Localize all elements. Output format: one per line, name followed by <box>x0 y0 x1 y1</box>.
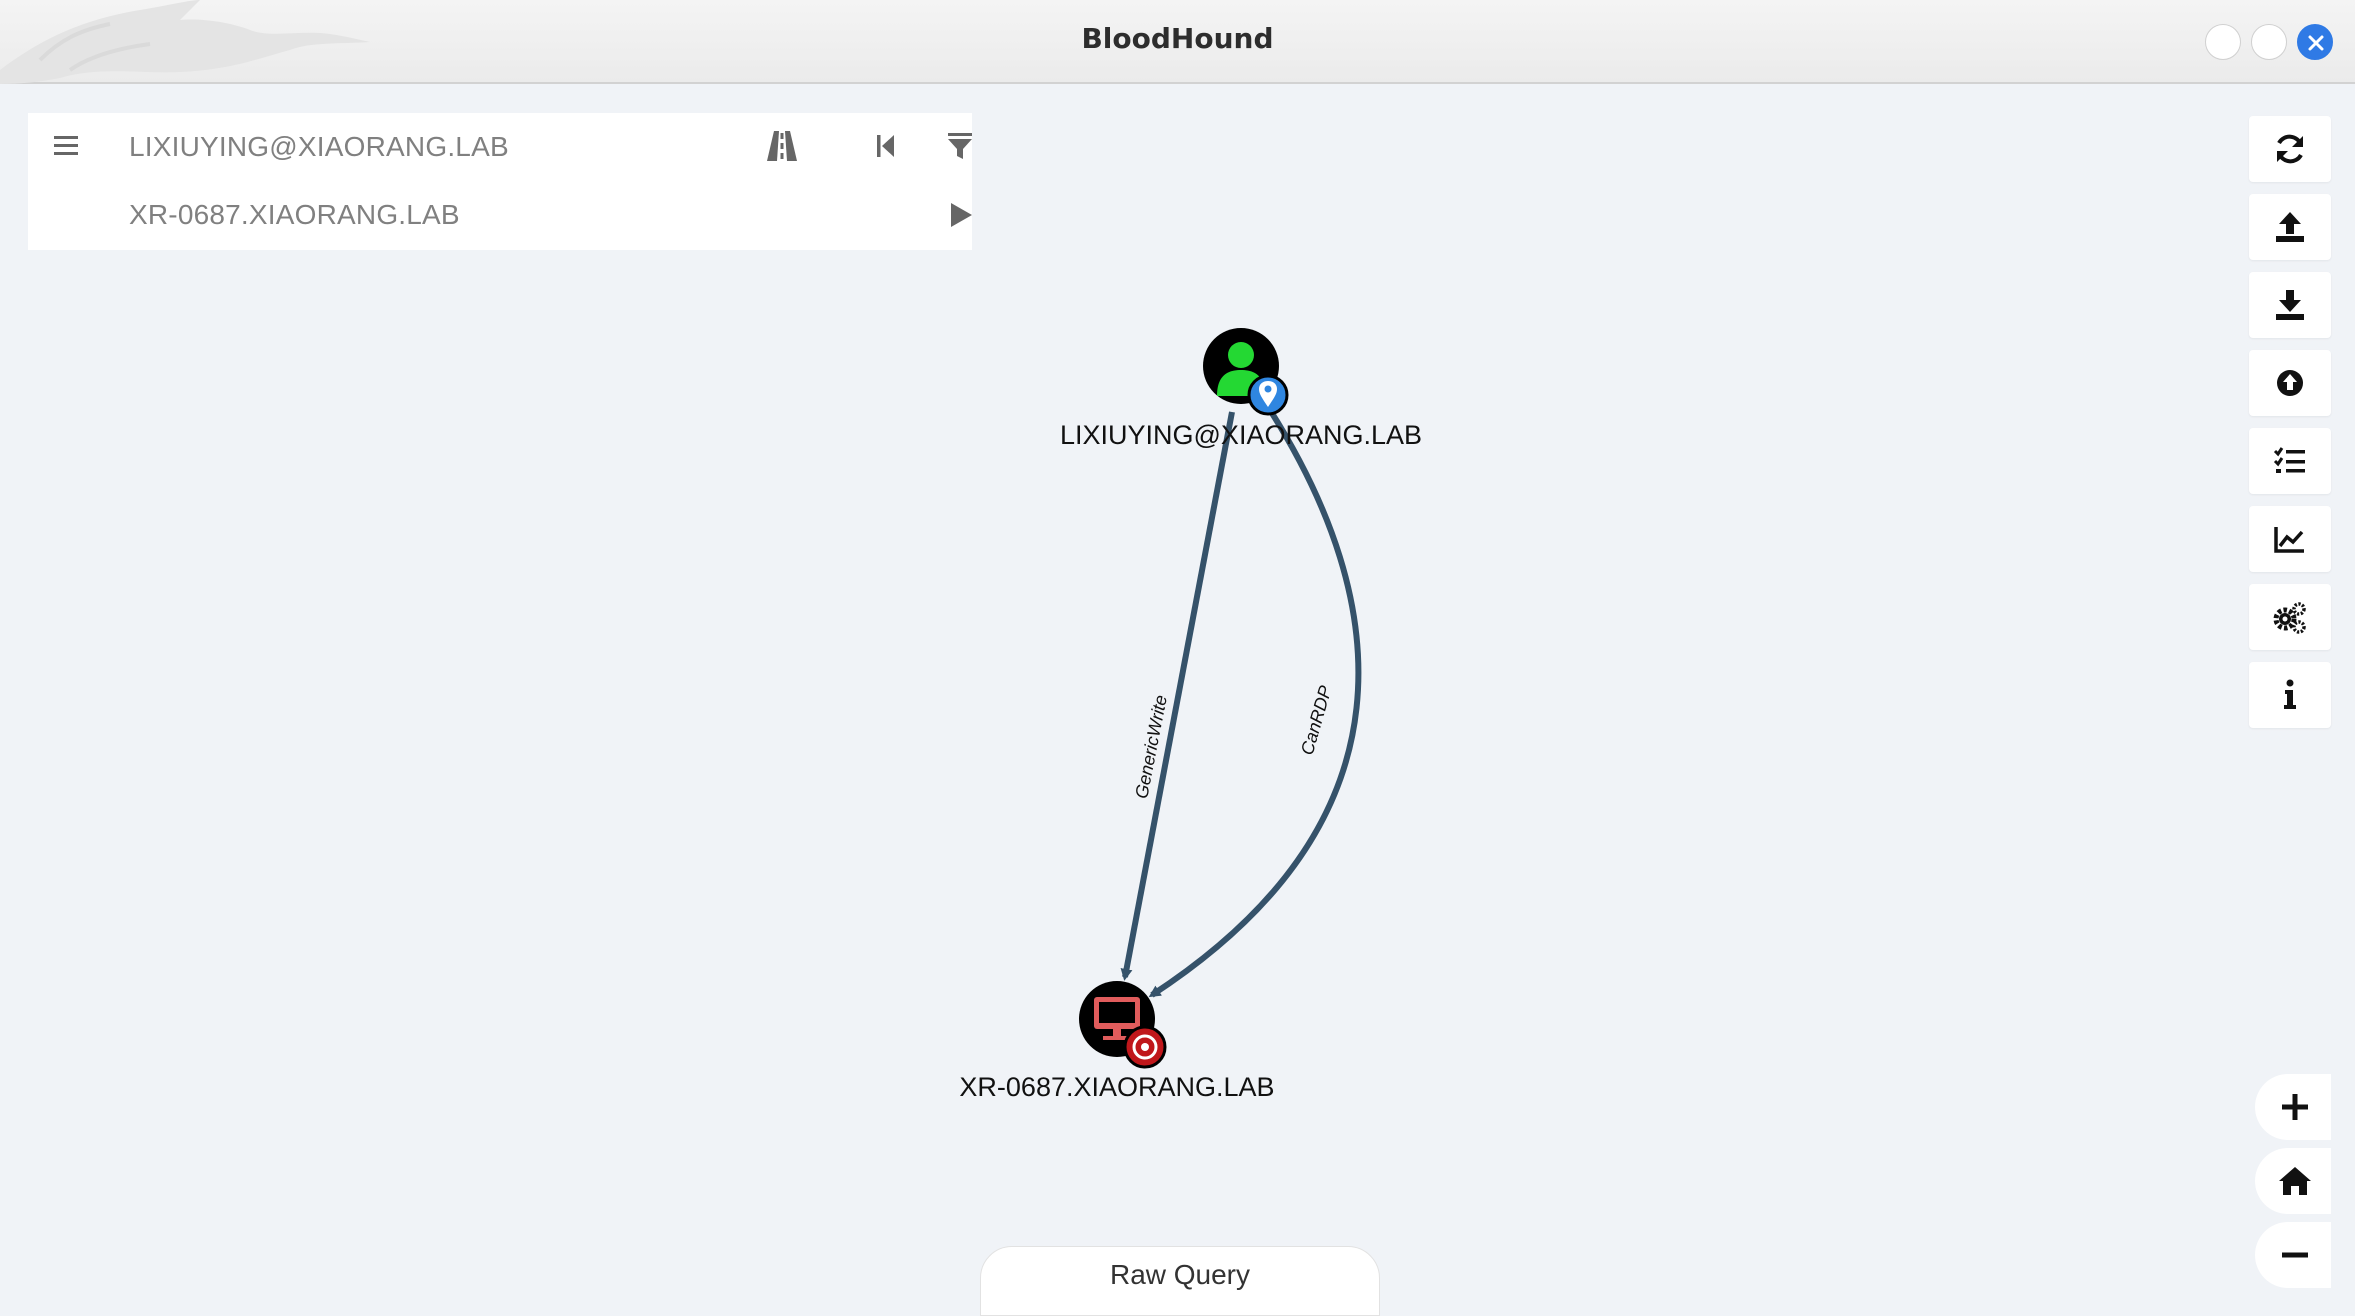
stats-icon <box>2274 527 2304 553</box>
minimize-button[interactable] <box>2205 24 2241 60</box>
upload-button[interactable] <box>2249 194 2331 260</box>
info-button[interactable] <box>2249 662 2331 728</box>
user-node[interactable]: LIXIUYING@XIAORANG.LAB <box>1060 328 1422 450</box>
queries-button[interactable] <box>2249 428 2331 494</box>
info-icon <box>2284 679 2296 709</box>
raw-query-button[interactable]: Raw Query <box>980 1246 1380 1316</box>
edge-label-canrdp: CanRDP <box>1297 683 1336 757</box>
close-icon <box>2308 35 2324 51</box>
window-title: BloodHound <box>1081 22 1274 55</box>
import-icon <box>2277 370 2303 396</box>
stats-button[interactable] <box>2249 506 2331 572</box>
upload-icon <box>2276 212 2304 242</box>
maximize-button[interactable] <box>2251 24 2287 60</box>
queries-icon <box>2273 447 2305 473</box>
close-button[interactable] <box>2297 24 2333 60</box>
zoom-in-button[interactable] <box>2255 1074 2331 1140</box>
zoom-in-icon <box>2282 1094 2308 1120</box>
edge-canrdp[interactable]: CanRDP <box>1148 408 1362 998</box>
graph-canvas[interactable]: GenericWrite CanRDP LIXIUYING@XIAORANG.L… <box>0 84 2355 1302</box>
computer-node-label: XR-0687.XIAORANG.LAB <box>959 1072 1274 1102</box>
edge-label-genericwrite: GenericWrite <box>1131 693 1171 800</box>
settings-icon <box>2273 602 2306 634</box>
settings-button[interactable] <box>2249 584 2331 650</box>
owned-marker-icon <box>1247 374 1289 416</box>
edge-genericwrite[interactable]: GenericWrite <box>1120 411 1235 981</box>
refresh-button[interactable] <box>2249 116 2331 182</box>
zoom-out-icon <box>2282 1252 2308 1258</box>
high-value-target-icon <box>1123 1025 1167 1069</box>
import-button[interactable] <box>2249 350 2331 416</box>
home-icon <box>2279 1167 2311 1195</box>
computer-node[interactable]: XR-0687.XIAORANG.LAB <box>959 981 1275 1102</box>
download-button[interactable] <box>2249 272 2331 338</box>
zoom-out-button[interactable] <box>2255 1222 2331 1288</box>
home-button[interactable] <box>2255 1148 2331 1214</box>
title-bar: BloodHound <box>0 0 2355 84</box>
refresh-icon <box>2277 134 2303 164</box>
user-node-label: LIXIUYING@XIAORANG.LAB <box>1060 420 1422 450</box>
download-icon <box>2276 290 2304 320</box>
